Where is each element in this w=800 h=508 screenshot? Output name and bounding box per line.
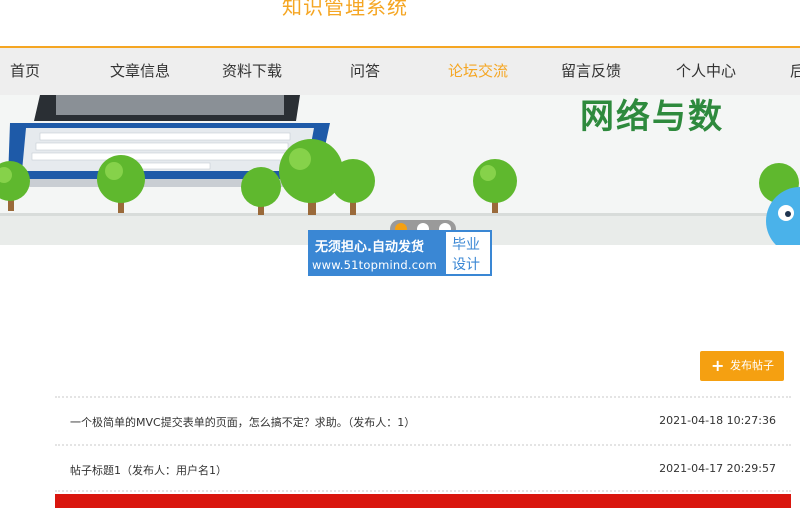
post-list: 一个极简单的MVC提交表单的页面，怎么搞不定？求助。（发布人：1） 2021-0…	[55, 396, 791, 492]
nav-articles[interactable]: 文章信息	[110, 48, 170, 95]
watermark-left: 无须担心.自动发货 www.51topmind.com	[308, 230, 444, 276]
banner-heading: 网络与数	[580, 97, 724, 137]
watermark-slogan: 无须担心.自动发货	[315, 240, 424, 255]
post-time: 2021-04-18 10:27:36	[659, 414, 776, 427]
footer-bar	[55, 494, 791, 508]
plus-icon: +	[711, 356, 725, 375]
nav-qa[interactable]: 问答	[350, 48, 380, 95]
post-row[interactable]: 一个极简单的MVC提交表单的页面，怎么搞不定？求助。（发布人：1） 2021-0…	[55, 396, 791, 444]
watermark-badge: 无须担心.自动发货 www.51topmind.com 毕业 设计	[308, 230, 492, 276]
publish-post-label: 发布帖子	[730, 359, 774, 372]
post-title[interactable]: 一个极简单的MVC提交表单的页面，怎么搞不定？求助。（发布人：1）	[70, 414, 415, 430]
nav-downloads[interactable]: 资料下载	[222, 48, 282, 95]
post-row[interactable]: 帖子标题1（发布人：用户名1） 2021-04-17 20:29:57	[55, 444, 791, 492]
watermark-url: www.51topmind.com	[312, 258, 437, 272]
post-time: 2021-04-17 20:29:57	[659, 462, 776, 475]
publish-post-button[interactable]: + 发布帖子	[700, 351, 784, 381]
site-title: 知识管理系统	[282, 0, 408, 19]
nav-forum[interactable]: 论坛交流	[448, 48, 508, 95]
watermark-right: 毕业 设计	[444, 230, 492, 276]
nav-feedback[interactable]: 留言反馈	[561, 48, 621, 95]
post-title[interactable]: 帖子标题1（发布人：用户名1）	[70, 462, 227, 478]
main-nav: 首页 文章信息 资料下载 问答 论坛交流 留言反馈 个人中心 后	[0, 46, 800, 95]
nav-backend[interactable]: 后	[790, 48, 800, 95]
watermark-tag-1: 毕业	[452, 237, 480, 253]
section-title-cn: 论坛交流	[389, 293, 457, 313]
watermark-tag-2: 设计	[452, 257, 480, 273]
nav-user-center[interactable]: 个人中心	[676, 48, 736, 95]
nav-home[interactable]: 首页	[10, 48, 40, 95]
